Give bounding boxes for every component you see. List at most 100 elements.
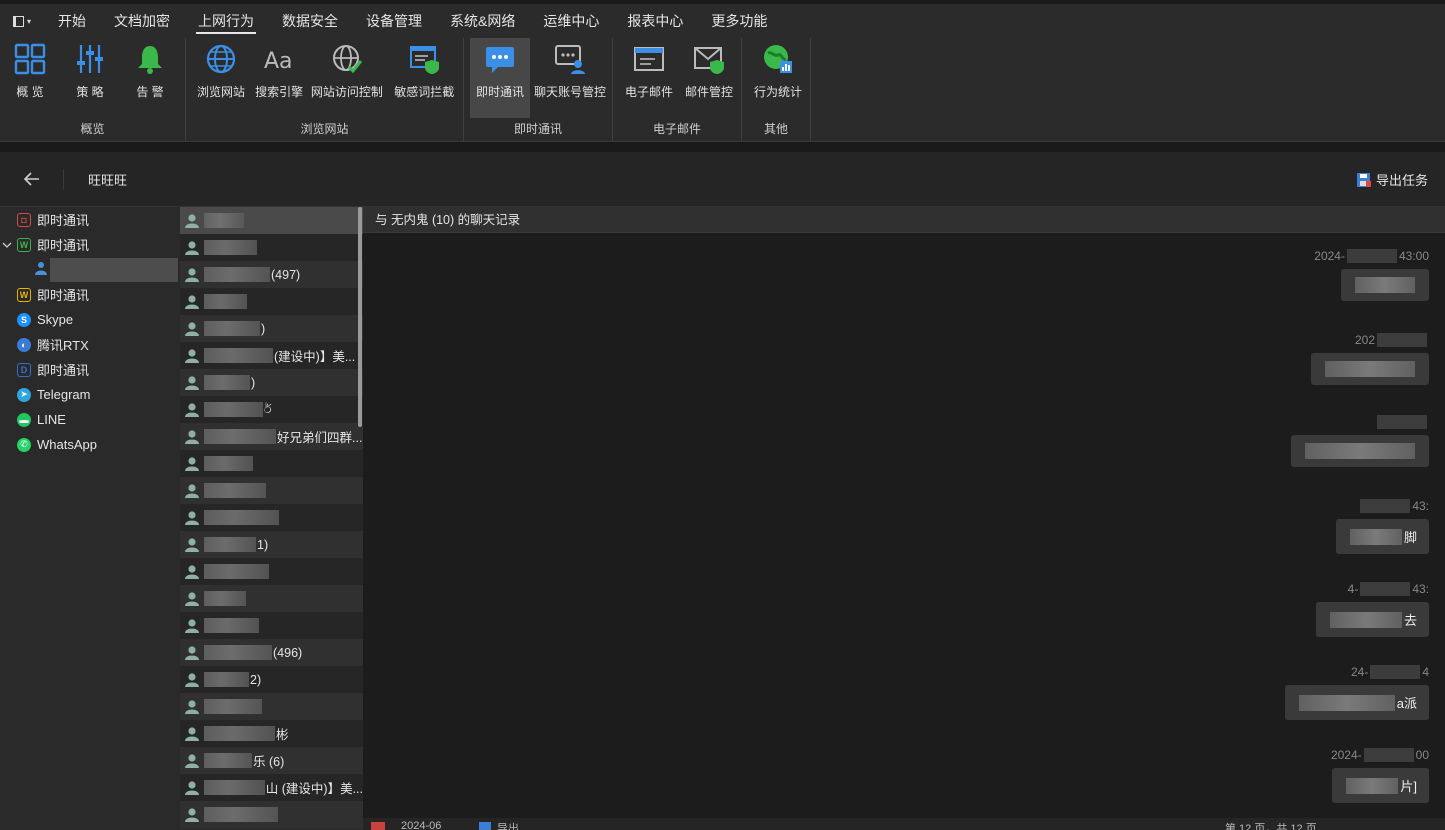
contact-row[interactable]: (建设中)】美... [180, 342, 363, 369]
app-menu-button[interactable]: ▾ [0, 4, 44, 38]
timestamp-prefix: 2024- [1330, 748, 1362, 762]
contact-user-icon [184, 591, 200, 607]
message-bubble[interactable] [1291, 435, 1429, 467]
export-task-button[interactable]: 导出任务 [1356, 170, 1428, 189]
chat-message [1291, 415, 1429, 467]
contact-name-suffix: 好兄弟们四群... [277, 431, 363, 445]
ribbon-group-name: 浏览网站 [300, 122, 349, 136]
ribbon-button-label: 浏览网站 [197, 85, 246, 99]
back-button[interactable] [0, 169, 64, 189]
redacted-name [204, 645, 272, 660]
contact-row[interactable] [180, 234, 363, 261]
im-red-icon: ◘ [17, 212, 31, 227]
contact-row[interactable]: (496) [180, 639, 363, 666]
message-bubble[interactable]: 片] [1332, 768, 1429, 803]
redacted-timestamp [1360, 499, 1411, 513]
redacted-name [204, 213, 244, 228]
sidebar-item-8[interactable]: ▬ LINE [0, 407, 180, 432]
sidebar-item-7[interactable]: ➤ Telegram [0, 382, 180, 407]
pager-date[interactable]: 2024-06 [401, 820, 441, 830]
breadcrumb-bar: 旺旺旺 导出任务 [0, 152, 1445, 207]
ribbon-button-globe-check[interactable]: 网站访问控制 [308, 38, 385, 118]
menu-item-5[interactable]: 系统&网络 [436, 4, 529, 38]
message-bubble[interactable] [1311, 353, 1429, 385]
ribbon-button-sensitive-word-shield[interactable]: 敏感词拦截 [386, 38, 463, 118]
sidebar-item-5[interactable]: ◐ 腾讯RTX [0, 332, 180, 357]
redacted-message [1325, 361, 1415, 377]
menu-item-0[interactable]: 开始 [44, 4, 100, 38]
menu-item-3[interactable]: 数据安全 [268, 4, 352, 38]
sidebar-item-4[interactable]: S Skype [0, 307, 180, 332]
menu-item-1[interactable]: 文档加密 [100, 4, 184, 38]
ribbon-button-email[interactable]: 电子邮件 [619, 38, 679, 118]
contact-row[interactable] [180, 693, 363, 720]
ribbon-group-3: 电子邮件 邮件管控 电子邮件 [613, 38, 742, 141]
contact-row[interactable]: ) [180, 315, 363, 342]
contact-row[interactable]: 2) [180, 666, 363, 693]
export-icon [479, 822, 491, 830]
chevron-down-icon[interactable] [2, 238, 12, 248]
whatsapp-icon: ✆ [17, 437, 31, 452]
sidebar-item-label: 即时通讯 [37, 288, 90, 303]
sidebar-item-6[interactable]: D 即时通讯 [0, 357, 180, 382]
contact-list-scrollbar[interactable] [358, 207, 362, 427]
redacted-name [204, 807, 278, 822]
contact-row[interactable]: ර් [180, 396, 363, 423]
contact-row[interactable] [180, 288, 363, 315]
contact-user-icon [184, 699, 200, 715]
contact-row[interactable] [180, 207, 363, 234]
message-bubble[interactable]: a派 [1284, 685, 1429, 720]
contact-row[interactable]: ) [180, 369, 363, 396]
ribbon-button-policy-sliders[interactable]: 策 略 [60, 38, 120, 118]
contact-row[interactable] [180, 504, 363, 531]
menu-item-2[interactable]: 上网行为 [184, 4, 268, 38]
export-button[interactable]: 导出 [497, 820, 519, 830]
redacted-name [204, 780, 265, 795]
contact-row[interactable] [180, 558, 363, 585]
contact-user-icon [184, 294, 200, 310]
sidebar-item-1[interactable]: W 即时通讯 [0, 232, 180, 257]
contact-row[interactable] [180, 585, 363, 612]
sidebar-item-0[interactable]: ◘ 即时通讯 [0, 207, 180, 232]
ribbon-button-alert-bell[interactable]: 告 警 [120, 38, 180, 118]
ribbon-button-behavior-stats[interactable]: 行为统计 [748, 38, 808, 118]
ribbon-button-chat-account[interactable]: 聊天账号管控 [530, 38, 610, 118]
menu-item-6[interactable]: 运维中心 [529, 4, 613, 38]
message-bubble[interactable]: 去 [1315, 602, 1429, 637]
sidebar-item-3[interactable]: W 即时通讯 [0, 282, 180, 307]
calendar-icon[interactable] [371, 822, 385, 830]
contact-row[interactable]: 彬 [180, 720, 363, 747]
contact-row[interactable] [180, 612, 363, 639]
chat-message: 2024- 00 片] [1331, 748, 1429, 803]
ribbon-button-email-shield[interactable]: 邮件管控 [679, 38, 739, 118]
redacted-name [204, 267, 270, 282]
contact-row[interactable]: 乐 (6) [180, 747, 363, 774]
redacted-name [204, 483, 266, 498]
contact-row[interactable]: 1) [180, 531, 363, 558]
ribbon-button-search-engine-aa[interactable]: Aa 搜索引擎 [250, 38, 308, 118]
contact-row[interactable] [180, 801, 363, 828]
menu-item-4[interactable]: 设备管理 [352, 4, 436, 38]
menu-item-8[interactable]: 更多功能 [697, 4, 781, 38]
contact-row[interactable]: 山 (建设中)】美... [180, 774, 363, 801]
message-bubble[interactable]: 脚 [1335, 519, 1429, 554]
contact-row[interactable]: (497) [180, 261, 363, 288]
ribbon-group-name: 即时通讯 [513, 122, 562, 136]
contact-row[interactable]: 好兄弟们四群... [180, 423, 363, 450]
sidebar-item-2[interactable] [0, 257, 180, 282]
ribbon-button-globe[interactable]: 浏览网站 [192, 38, 250, 118]
ribbon-button-label: 策 略 [76, 85, 104, 99]
ribbon-group-0: 概 览 策 略 告 警概览 [0, 38, 186, 141]
message-bubble[interactable] [1341, 269, 1429, 301]
sidebar-item-9[interactable]: ✆ WhatsApp [0, 432, 180, 457]
contact-user-icon [184, 375, 200, 391]
contact-row[interactable] [180, 450, 363, 477]
ribbon-button-label: 即时通讯 [475, 85, 524, 99]
sidebar-item-label: Telegram [37, 387, 91, 402]
ribbon-button-chat-bubble[interactable]: 即时通讯 [470, 38, 530, 118]
message-timestamp: 43: [1358, 499, 1429, 513]
message-timestamp: 2024- 43:00 [1314, 249, 1429, 263]
contact-row[interactable] [180, 477, 363, 504]
ribbon-button-dashboard[interactable]: 概 览 [0, 38, 60, 118]
menu-item-7[interactable]: 报表中心 [613, 4, 697, 38]
